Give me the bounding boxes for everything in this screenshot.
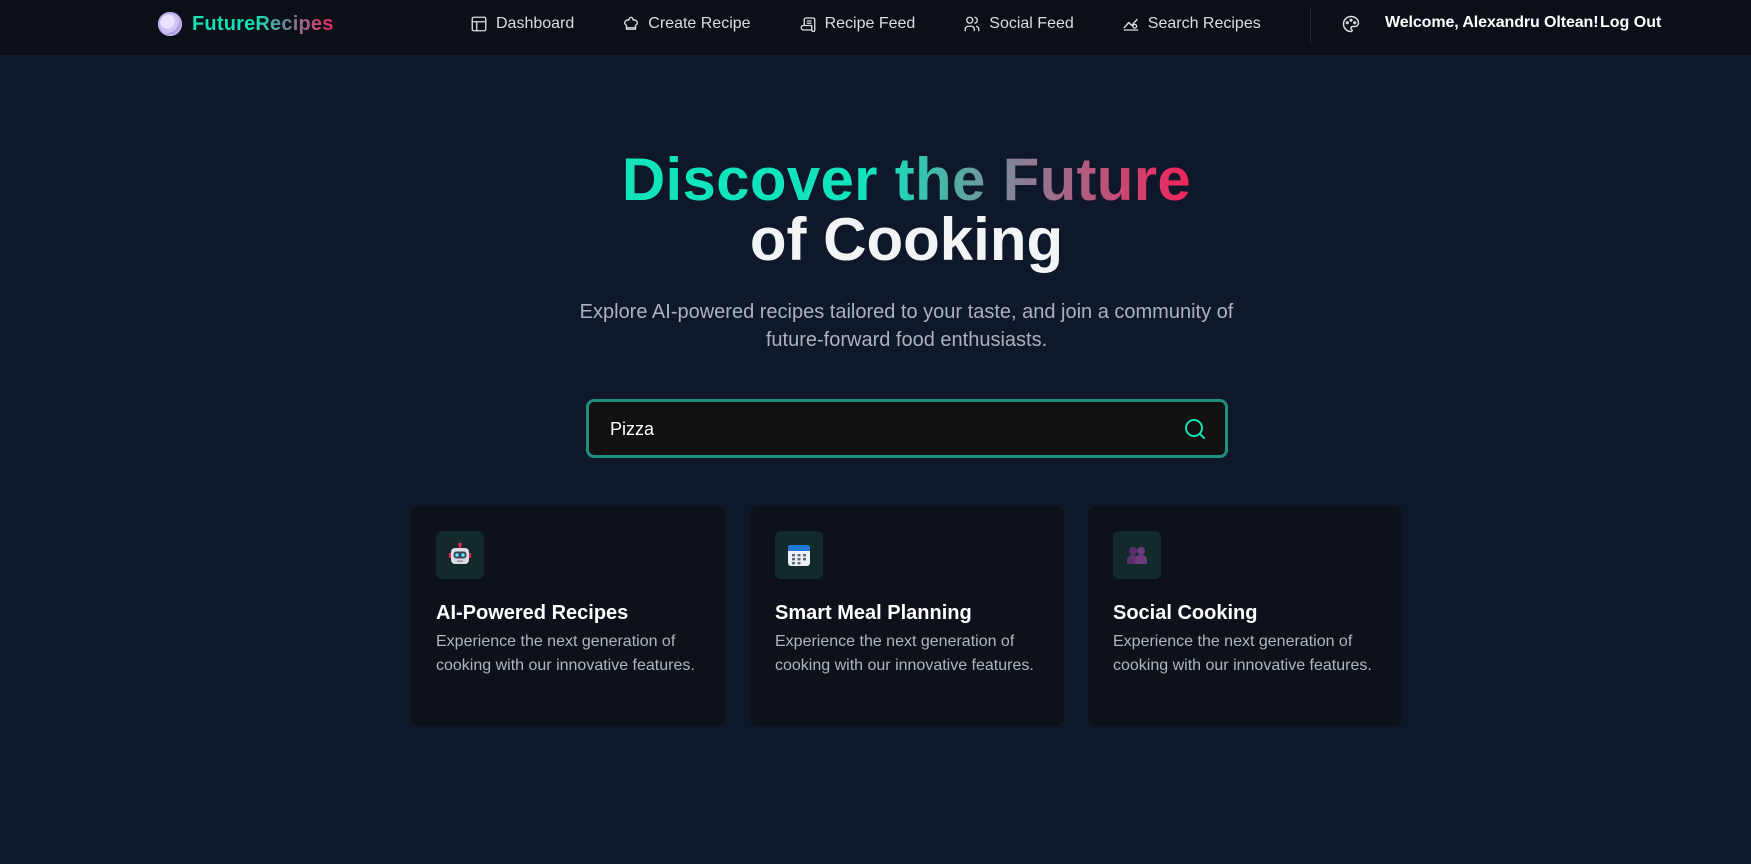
welcome-message: Welcome, Alexandru Oltean! [1385,14,1599,31]
nav-item-label: Social Feed [989,15,1074,32]
hero-title-line2: of Cooking [749,206,1064,273]
robot-icon [436,531,484,579]
feature-card-ai-recipes: AI-Powered Recipes Experience the next g… [411,506,725,726]
nav-item-label: Recipe Feed [824,15,916,32]
logout-button[interactable]: Log Out [1600,14,1661,32]
feature-description: Experience the next generation of cookin… [436,633,695,674]
nav-item-social-feed[interactable]: Social Feed [963,15,1074,33]
hero-title: Discover the Future [0,150,1751,210]
feature-card-social-cooking: Social Cooking Experience the next gener… [1088,506,1402,726]
brand-logo-link[interactable]: FutureRecipes [158,12,334,36]
chef-hat-icon [624,16,639,30]
feature-card-meal-planning: Smart Meal Planning Experience the next … [750,506,1064,726]
brand-name: FutureRecipes [192,12,334,35]
nav-item-search-recipes[interactable]: Search Recipes [1122,15,1261,33]
feature-title: Social Cooking [1113,602,1258,624]
users-icon [964,16,980,32]
scroll-icon [800,17,815,33]
search-input[interactable] [608,414,1168,444]
plate-icon [158,12,182,36]
top-navbar: FutureRecipes Dashboard Create Recipe Re… [0,0,1751,56]
calendar-icon [775,531,823,579]
feature-title: Smart Meal Planning [775,602,972,624]
search-bar [586,399,1228,458]
nav-item-label: Search Recipes [1147,15,1261,32]
feature-title: AI-Powered Recipes [436,602,629,624]
dashboard-icon [471,16,487,32]
nav-item-create-recipe[interactable]: Create Recipe [622,15,751,33]
nav-links: Dashboard Create Recipe Recipe Feed Soci… [470,0,1261,48]
hero-title-line1: Discover the Future [621,146,1192,213]
people-icon [1113,531,1161,579]
nav-divider [1310,8,1311,44]
nav-item-recipe-feed[interactable]: Recipe Feed [799,15,916,33]
feature-description: Experience the next generation of cookin… [1113,633,1372,674]
palette-icon[interactable] [1341,14,1361,34]
nav-item-dashboard[interactable]: Dashboard [470,15,574,33]
feature-description: Experience the next generation of cookin… [775,633,1034,674]
nav-item-label: Dashboard [496,15,575,32]
nav-item-label: Create Recipe [648,15,751,32]
search-icon[interactable] [1183,417,1207,441]
hero-subtitle: Explore AI-powered recipes tailored to y… [579,301,1234,351]
chart-search-icon [1123,18,1139,31]
